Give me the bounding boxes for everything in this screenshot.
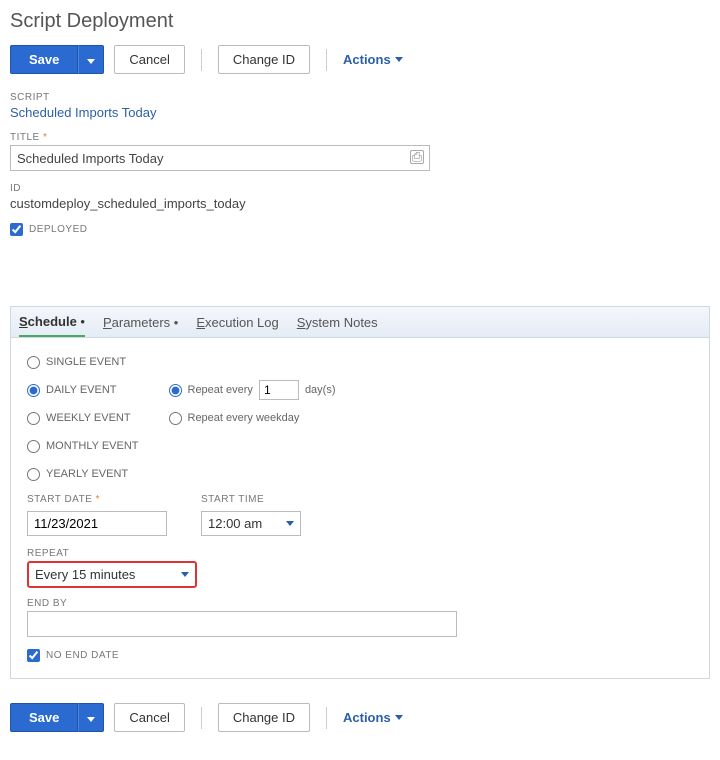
chevron-down-icon xyxy=(181,572,189,577)
tab-bar: Schedule • Parameters • Execution Log Sy… xyxy=(10,306,710,338)
title-label: TITLE * xyxy=(10,132,710,143)
repeat-weekday-radio[interactable] xyxy=(169,412,182,425)
field-helper-icon[interactable]: ⎙ xyxy=(410,150,424,164)
monthly-event-radio[interactable] xyxy=(27,440,40,453)
chevron-down-icon xyxy=(87,59,95,64)
end-by-field: END BY xyxy=(27,598,697,637)
save-button-bottom[interactable]: Save xyxy=(10,703,78,732)
id-label: ID xyxy=(10,183,710,194)
deployed-checkbox[interactable] xyxy=(10,223,23,236)
script-label: SCRIPT xyxy=(10,92,710,103)
start-time-field: START TIME 12:00 am xyxy=(201,494,301,536)
daily-event-label: DAILY EVENT xyxy=(46,384,117,396)
daily-event-radio[interactable] xyxy=(27,384,40,397)
no-end-date-checkbox[interactable] xyxy=(27,649,40,662)
script-field: SCRIPT Scheduled Imports Today xyxy=(10,92,710,120)
tab-system-notes[interactable]: System Notes xyxy=(297,309,378,336)
no-end-date-field: NO END DATE xyxy=(27,649,697,662)
start-date-label: START DATE xyxy=(27,494,92,505)
weekly-event-label: WEEKLY EVENT xyxy=(46,412,131,424)
event-options: SINGLE EVENT DAILY EVENT WEEKLY EVENT MO… xyxy=(27,352,697,484)
save-split-button: Save xyxy=(10,45,104,74)
divider xyxy=(201,707,202,729)
repeat-every-label-pre: Repeat every xyxy=(188,384,253,396)
end-by-input[interactable] xyxy=(27,611,457,637)
yearly-event-radio[interactable] xyxy=(27,468,40,481)
page-title: Script Deployment xyxy=(10,10,710,33)
chevron-down-icon xyxy=(395,57,403,62)
title-input[interactable] xyxy=(10,145,430,171)
repeat-every-input[interactable] xyxy=(259,380,299,400)
change-id-button[interactable]: Change ID xyxy=(218,45,310,74)
change-id-button-bottom[interactable]: Change ID xyxy=(218,703,310,732)
tab-execution-log[interactable]: Execution Log xyxy=(196,309,278,336)
id-field: ID customdeploy_scheduled_imports_today xyxy=(10,183,710,211)
required-indicator: * xyxy=(96,494,100,505)
toolbar-bottom: Save Cancel Change ID Actions xyxy=(10,703,710,732)
id-value: customdeploy_scheduled_imports_today xyxy=(10,196,710,211)
chevron-down-icon xyxy=(286,521,294,526)
start-date-input[interactable] xyxy=(27,511,167,536)
repeat-every-radio[interactable] xyxy=(169,384,182,397)
repeat-every-label-post: day(s) xyxy=(305,384,336,396)
cancel-button-bottom[interactable]: Cancel xyxy=(114,703,184,732)
save-dropdown-button-bottom[interactable] xyxy=(78,703,104,732)
end-by-label: END BY xyxy=(27,598,697,609)
schedule-tab-body: SINGLE EVENT DAILY EVENT WEEKLY EVENT MO… xyxy=(10,338,710,679)
deployed-field: DEPLOYED xyxy=(10,223,710,236)
start-time-select[interactable]: 12:00 am xyxy=(201,511,301,536)
single-event-label: SINGLE EVENT xyxy=(46,356,126,368)
actions-menu-bottom[interactable]: Actions xyxy=(343,710,403,725)
chevron-down-icon xyxy=(87,717,95,722)
toolbar-top: Save Cancel Change ID Actions xyxy=(10,45,710,74)
deployed-label: DEPLOYED xyxy=(29,224,87,235)
repeat-select[interactable]: Every 15 minutes xyxy=(27,561,197,588)
script-link[interactable]: Scheduled Imports Today xyxy=(10,105,710,120)
repeat-field: REPEAT Every 15 minutes xyxy=(27,548,697,588)
tab-schedule[interactable]: Schedule • xyxy=(19,308,85,337)
tab-parameters[interactable]: Parameters • xyxy=(103,309,178,336)
start-time-label: START TIME xyxy=(201,494,301,505)
repeat-weekday-label: Repeat every weekday xyxy=(188,412,300,424)
start-time-value: 12:00 am xyxy=(208,516,262,531)
cancel-button[interactable]: Cancel xyxy=(114,45,184,74)
weekly-event-radio[interactable] xyxy=(27,412,40,425)
save-dropdown-button[interactable] xyxy=(78,45,104,74)
title-field: TITLE * ⎙ xyxy=(10,132,710,171)
required-indicator: * xyxy=(43,132,47,143)
yearly-event-label: YEARLY EVENT xyxy=(46,468,128,480)
repeat-label: REPEAT xyxy=(27,548,697,559)
no-end-date-label: NO END DATE xyxy=(46,650,119,661)
monthly-event-label: MONTHLY EVENT xyxy=(46,440,139,452)
actions-label: Actions xyxy=(343,52,391,67)
divider xyxy=(201,49,202,71)
divider xyxy=(326,49,327,71)
single-event-radio[interactable] xyxy=(27,356,40,369)
save-split-button-bottom: Save xyxy=(10,703,104,732)
divider xyxy=(326,707,327,729)
actions-label-bottom: Actions xyxy=(343,710,391,725)
save-button[interactable]: Save xyxy=(10,45,78,74)
chevron-down-icon xyxy=(395,715,403,720)
actions-menu[interactable]: Actions xyxy=(343,52,403,67)
repeat-value: Every 15 minutes xyxy=(35,567,135,582)
start-date-field: START DATE * xyxy=(27,494,167,536)
